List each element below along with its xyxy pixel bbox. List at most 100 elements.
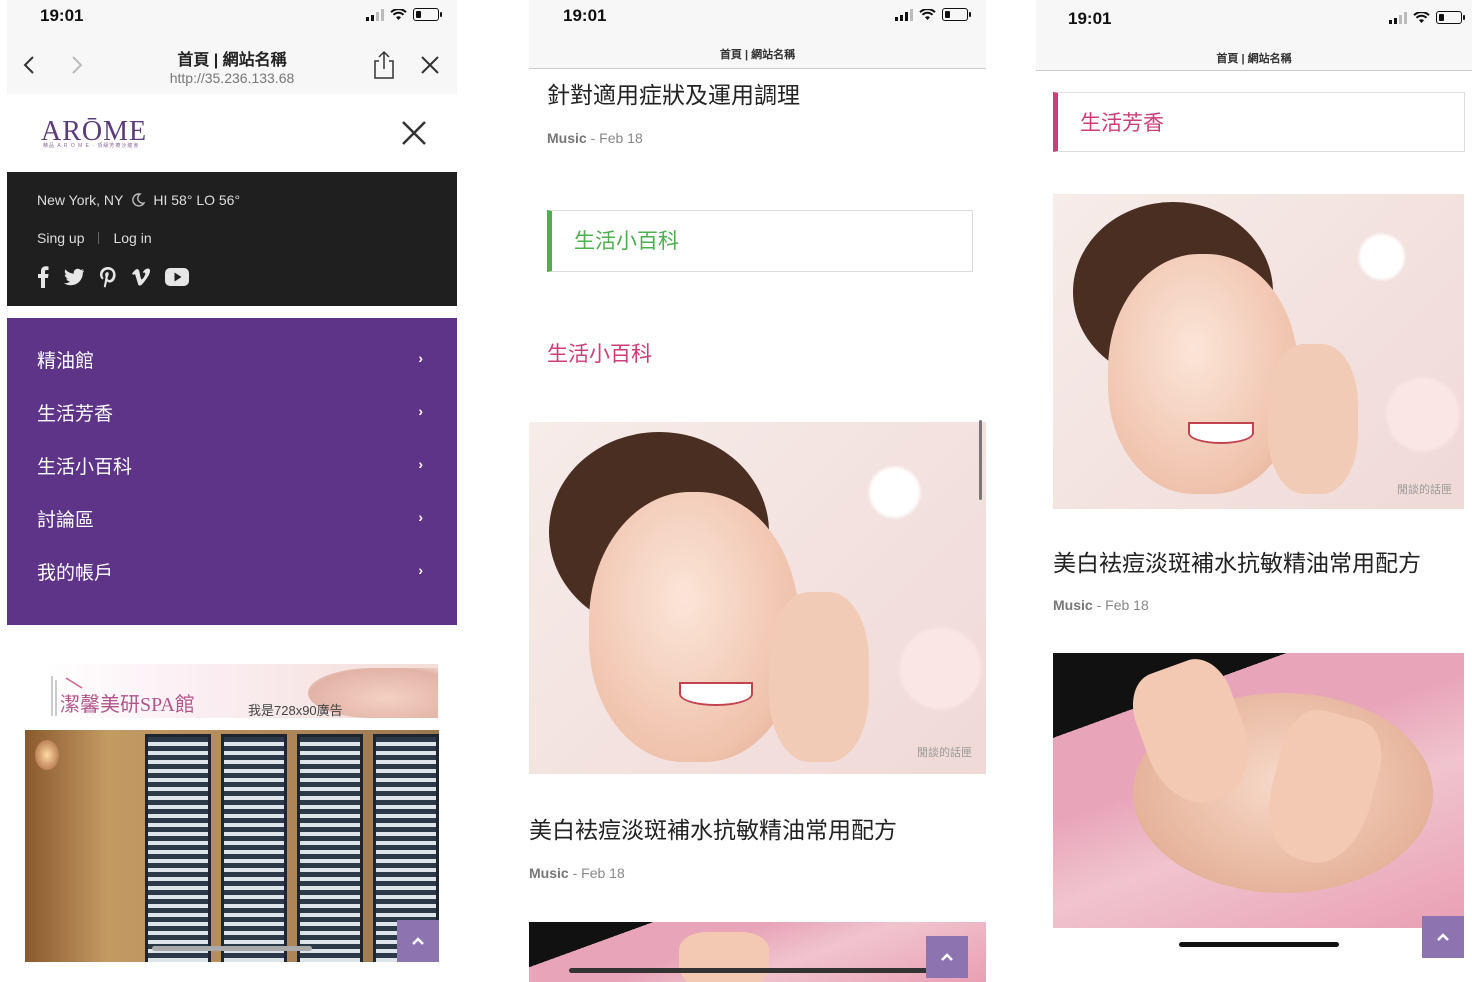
article-title[interactable]: 美白袪痘淡斑補水抗敏精油常用配方 bbox=[1053, 544, 1421, 578]
article-image-massage[interactable] bbox=[529, 922, 986, 982]
hand-shape bbox=[769, 592, 869, 762]
page-title: 首頁 | 網站名稱 bbox=[719, 49, 796, 61]
menu-item-label: 討論區 bbox=[37, 510, 95, 531]
section-title: 生活小百科 bbox=[574, 230, 679, 253]
wifi-icon bbox=[390, 8, 407, 20]
section-title: 生活芳香 bbox=[1080, 112, 1164, 135]
article-title[interactable]: 美白袪痘淡斑補水抗敏精油常用配方 bbox=[529, 811, 897, 845]
article-date: Feb 18 bbox=[581, 865, 625, 881]
pinterest-icon[interactable] bbox=[99, 266, 117, 288]
status-icons bbox=[895, 8, 971, 21]
menu-item-life-encyclopedia[interactable]: 生活小百科 › bbox=[7, 438, 457, 491]
face-shape bbox=[589, 492, 799, 762]
spa-photo[interactable] bbox=[25, 730, 439, 962]
site-logo-subtitle: 精品 A R O M E ‧ 頂級芳療沙龍會 bbox=[43, 143, 140, 149]
article-image[interactable]: 閒談的話匣 bbox=[1053, 194, 1464, 509]
battery-icon bbox=[1436, 11, 1465, 24]
moon-icon bbox=[132, 193, 146, 207]
browser-toolbar: 首頁 | 網站名稱 http://35.236.133.68 bbox=[7, 34, 457, 95]
phone-screen-aroma-section: 19:01 首頁 | 網站名稱 生活芳香 閒談的話匣 美白袪痘淡斑補水抗敏精油常… bbox=[1036, 0, 1472, 982]
login-link[interactable]: Log in bbox=[113, 230, 151, 246]
ad-size-note: 我是728x90廣告 bbox=[248, 703, 343, 718]
chevron-up-icon bbox=[1437, 933, 1449, 941]
article-image[interactable]: 閒談的話匣 bbox=[529, 422, 986, 774]
article-meta: Music - Feb 18 bbox=[529, 865, 625, 881]
article-meta: Music - Feb 18 bbox=[547, 130, 643, 146]
scroll-to-top-button[interactable] bbox=[397, 920, 439, 962]
article-category[interactable]: Music bbox=[1053, 597, 1093, 613]
meta-separator: - bbox=[572, 865, 578, 881]
vimeo-icon[interactable] bbox=[131, 268, 151, 286]
scroll-to-top-button[interactable] bbox=[926, 936, 968, 978]
status-icons bbox=[366, 8, 442, 21]
ad-brand: 潔馨美研SPA館 bbox=[60, 694, 195, 716]
weather-widget: New York, NY HI 58° LO 56° bbox=[37, 192, 240, 208]
twitter-icon[interactable] bbox=[63, 268, 85, 286]
phone-screen-menu: 19:01 首頁 | 網站名稱 http://35.236.133.68 ARŌ… bbox=[7, 0, 457, 982]
section-header-box: 生活小百科 bbox=[547, 210, 973, 272]
ad-banner[interactable]: 潔馨美研SPA館 我是728x90廣告 bbox=[42, 664, 438, 718]
battery-icon bbox=[942, 8, 971, 21]
article-category[interactable]: Music bbox=[547, 130, 587, 146]
browser-toolbar-collapsed[interactable]: 首頁 | 網站名稱 bbox=[1036, 36, 1472, 71]
weather-temps: HI 58° LO 56° bbox=[153, 192, 241, 208]
status-bar: 19:01 bbox=[1036, 0, 1472, 36]
phone-screen-articles: 19:01 首頁 | 網站名稱 針對適用症狀及運用調理 Music - Feb … bbox=[529, 0, 986, 982]
weather-location: New York, NY bbox=[37, 192, 124, 208]
share-icon[interactable] bbox=[371, 50, 397, 80]
menu-item-label: 我的帳戶 bbox=[37, 563, 114, 584]
chevron-right-icon: › bbox=[418, 403, 423, 419]
article-meta: Music - Feb 18 bbox=[1053, 597, 1149, 613]
status-time: 19:01 bbox=[563, 6, 607, 25]
chevron-right-icon: › bbox=[418, 456, 423, 472]
chevron-up-icon bbox=[412, 937, 424, 945]
menu-item-life-aroma[interactable]: 生活芳香 › bbox=[7, 385, 457, 438]
chevron-right-icon: › bbox=[418, 350, 423, 366]
page-title: 首頁 | 網站名稱 bbox=[1216, 53, 1292, 65]
chevron-right-icon: › bbox=[418, 509, 423, 525]
signal-icon bbox=[895, 8, 913, 21]
menu-item-essential-oils[interactable]: 精油館 › bbox=[7, 332, 457, 385]
facebook-icon[interactable] bbox=[37, 266, 49, 288]
section-header-box: 生活芳香 bbox=[1053, 92, 1465, 152]
menu-item-forum[interactable]: 討論區 › bbox=[7, 491, 457, 544]
social-links bbox=[37, 266, 189, 288]
image-watermark: 閒談的話匣 bbox=[1397, 484, 1452, 496]
scroll-to-top-button[interactable] bbox=[1422, 916, 1464, 958]
menu-item-label: 精油館 bbox=[37, 351, 95, 372]
meta-separator: - bbox=[1096, 597, 1102, 613]
home-indicator[interactable] bbox=[569, 968, 929, 973]
close-tab-icon[interactable] bbox=[419, 54, 441, 76]
face-shape bbox=[1108, 254, 1298, 494]
wifi-icon bbox=[919, 8, 936, 20]
hand-shape bbox=[679, 932, 769, 982]
status-time: 19:01 bbox=[40, 6, 84, 25]
youtube-icon[interactable] bbox=[165, 268, 189, 286]
hand-shape bbox=[1268, 344, 1358, 494]
category-menu: 精油館 › 生活芳香 › 生活小百科 › 討論區 › 我的帳戶 › bbox=[7, 318, 457, 625]
shutter-panel bbox=[221, 734, 287, 962]
battery-icon bbox=[413, 8, 442, 21]
signal-icon bbox=[1389, 11, 1407, 24]
signal-icon bbox=[366, 8, 384, 21]
menu-item-my-account[interactable]: 我的帳戶 › bbox=[7, 544, 457, 597]
status-bar: 19:01 bbox=[7, 0, 457, 34]
close-menu-icon[interactable] bbox=[401, 120, 427, 146]
home-indicator[interactable] bbox=[152, 946, 312, 951]
shutter-panel bbox=[297, 734, 363, 962]
article-title[interactable]: 針對適用症狀及運用調理 bbox=[547, 76, 800, 110]
meta-separator: - bbox=[590, 130, 596, 146]
scrollbar[interactable] bbox=[979, 420, 982, 500]
info-panel: New York, NY HI 58° LO 56° Sing up Log i… bbox=[7, 172, 457, 306]
article-category[interactable]: Music bbox=[529, 865, 569, 881]
menu-item-label: 生活小百科 bbox=[37, 457, 133, 478]
signup-link[interactable]: Sing up bbox=[37, 230, 84, 246]
browser-toolbar-collapsed[interactable]: 首頁 | 網站名稱 bbox=[529, 34, 986, 69]
smile-shape bbox=[679, 682, 753, 706]
shutter-panel bbox=[145, 734, 211, 962]
article-date: Feb 18 bbox=[599, 130, 643, 146]
home-indicator[interactable] bbox=[1179, 942, 1339, 947]
status-time: 19:01 bbox=[1068, 9, 1112, 28]
wall-lamp-image bbox=[35, 740, 59, 770]
article-image-massage[interactable] bbox=[1053, 653, 1464, 928]
